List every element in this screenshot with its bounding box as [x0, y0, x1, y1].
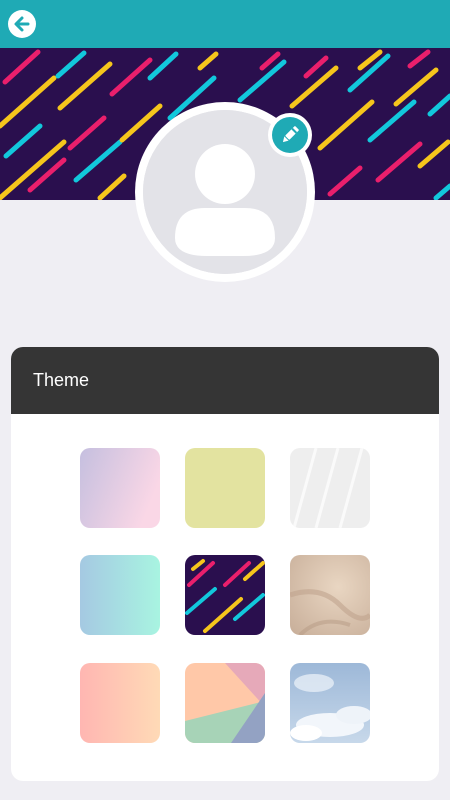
theme-swatch-pastel-geometric[interactable]	[185, 663, 265, 743]
top-app-bar	[0, 0, 450, 48]
theme-card: Theme	[11, 347, 439, 781]
theme-swatch-neon-streaks[interactable]	[185, 555, 265, 635]
theme-card-header: Theme	[11, 347, 439, 414]
theme-swatch-lavender-pink[interactable]	[80, 448, 160, 528]
arrow-left-icon	[14, 16, 30, 32]
theme-title: Theme	[33, 370, 90, 390]
theme-swatch-sand[interactable]	[290, 555, 370, 635]
theme-swatch-peach[interactable]	[80, 663, 160, 743]
theme-swatch-blue-mint[interactable]	[80, 555, 160, 635]
pencil-icon	[282, 126, 299, 143]
back-button[interactable]	[8, 10, 36, 38]
theme-swatch-sky-clouds[interactable]	[290, 663, 370, 743]
theme-swatch-yellow-green[interactable]	[185, 448, 265, 528]
theme-swatch-white-streaks[interactable]	[290, 448, 370, 528]
edit-avatar-button[interactable]	[268, 113, 312, 157]
